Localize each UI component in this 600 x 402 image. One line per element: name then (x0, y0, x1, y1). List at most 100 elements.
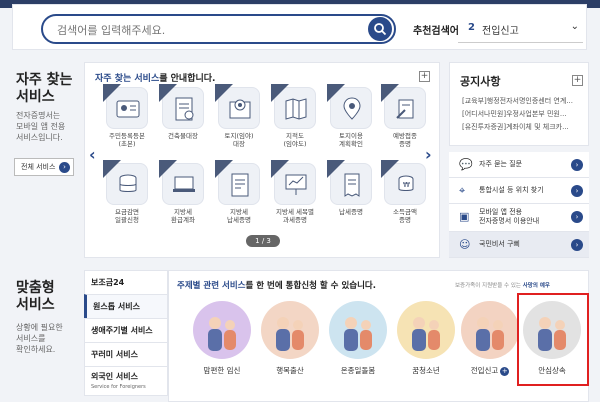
onestop-panel: 주제별 관련 서비스를 한 번에 통합신청 할 수 있습니다. 보증가족이 지원… (168, 270, 589, 402)
notice-list: [교육부]행정전자서명인증센터 연계... [어디서나민원]우정사업본부 민원.… (462, 95, 580, 134)
life-event-item[interactable]: 전입신고 + (459, 301, 521, 376)
quick-link-mobile-app[interactable]: ▣ 모바일 앱 전용 전자증명서 이용안내 › (449, 204, 589, 232)
id-card-icon (103, 84, 148, 129)
quick-link-assistant[interactable]: ☺ 국민비서 구삐 › (449, 232, 589, 258)
service-label: 토지이용 계획확인 (339, 132, 363, 148)
life-event-item[interactable]: 행복출산 (259, 301, 321, 376)
laptop-icon (159, 160, 204, 205)
life-event-item[interactable]: 온종일돌봄 (327, 301, 389, 376)
service-label: 예방접종 증명 (393, 132, 417, 148)
life-event-item[interactable]: 꿈청소년 (395, 301, 457, 376)
service-label: 토지(임야) 대장 (224, 132, 254, 148)
plus-icon[interactable]: + (419, 71, 430, 82)
service-label: 지방세 환급계좌 (171, 208, 195, 224)
frequent-section-desc: 전자증명서는 모바일 앱 전용 서비스입니다. (16, 111, 66, 142)
life-event-label: 전입신고 + (470, 366, 510, 376)
service-item[interactable]: 지방세 납세증명 (211, 160, 267, 224)
service-item[interactable]: 토지이용 계획확인 (323, 84, 379, 148)
illustration-icon (397, 301, 455, 359)
all-services-button[interactable]: 전체 서비스 › (14, 158, 74, 176)
service-label: 지적도 (임야도) (283, 132, 307, 148)
chevron-down-icon: ⌄ (570, 21, 579, 32)
map-icon (271, 84, 316, 129)
search-box (41, 14, 396, 44)
quick-link-faq[interactable]: 💬 자주 묻는 질문 › (449, 152, 589, 178)
coin-stack-icon: ₩ (381, 160, 426, 205)
service-label: 지방세 납세증명 (227, 208, 251, 224)
recommend-label: 추천검색어 (413, 26, 459, 37)
custom-section-desc: 상황에 필요한 서비스를 확인하세요. (16, 323, 63, 354)
search-button[interactable] (368, 17, 392, 41)
illustration-icon (261, 301, 319, 359)
onestop-note[interactable]: 보증가족이 지원받을 수 있는 사망의 예우 (455, 281, 550, 289)
all-services-label: 전체 서비스 (21, 163, 56, 171)
notice-item[interactable]: [유진투자증권]계좌이체 및 체크카... (462, 121, 580, 134)
mobile-app-icon: ▣ (459, 210, 470, 223)
search-area: 추천검색어 2 전입신고 ⌄ (12, 4, 587, 50)
service-item[interactable]: 예방접종 증명 (377, 84, 433, 148)
chat-icon: 💬 (459, 158, 473, 171)
tab-onestop[interactable]: 원스톱 서비스 (84, 294, 168, 319)
notice-item[interactable]: [교육부]행정전자서명인증센터 연계... (462, 95, 580, 108)
arrow-right-icon: › (571, 185, 583, 197)
service-item[interactable]: 토지(임야) 대장 (211, 84, 267, 148)
service-item[interactable]: 요금감면 일괄신청 (99, 160, 155, 224)
service-item[interactable]: ₩ 소득금액 증명 (377, 160, 433, 224)
frequent-services-panel: 자주 찾는 서비스를 안내합니다. + ‹ › 주민등록등본 (초본) 건축물대장… (84, 62, 440, 258)
service-item[interactable]: 지방세 환급계좌 (155, 160, 211, 224)
life-event-label: 온종일돌봄 (340, 366, 376, 375)
notice-item[interactable]: [어디서나민원]우정사업본부 민원... (462, 108, 580, 121)
life-event-item[interactable]: 맘편한 임신 (191, 301, 253, 376)
plus-icon[interactable]: + (572, 75, 583, 86)
service-label: 납세증명 (339, 208, 363, 216)
tab-lifecycle[interactable]: 생애주기별 서비스 (84, 318, 168, 343)
prev-arrow-icon[interactable]: ‹ (89, 145, 96, 164)
service-item[interactable]: 주민등록등본 (초본) (99, 84, 155, 148)
coins-icon (103, 160, 148, 205)
service-label: 건축물대장 (168, 132, 198, 140)
notice-panel: 공지사항 + [교육부]행정전자서명인증센터 연계... [어디서나민원]우정사… (449, 62, 589, 146)
search-icon (374, 23, 387, 36)
location-icon (327, 84, 372, 129)
recommend-number: 2 (468, 22, 475, 33)
recommend-dropdown[interactable]: 2 전입신고 ⌄ (458, 15, 583, 43)
receipt-icon (327, 160, 372, 205)
arrow-right-icon: › (571, 211, 583, 223)
vaccine-icon (381, 84, 426, 129)
plus-icon[interactable]: + (500, 367, 510, 376)
arrow-right-icon: › (59, 162, 70, 173)
land-map-icon (215, 84, 260, 129)
life-event-label: 행복출산 (276, 366, 304, 375)
document-icon (159, 84, 204, 129)
location-pin-icon: ⌖ (459, 184, 466, 197)
custom-section-title: 맞춤형 서비스 (16, 280, 55, 313)
tax-document-icon (215, 160, 260, 205)
service-item[interactable]: 건축물대장 (155, 84, 211, 140)
service-item[interactable]: 지방세 세목별 과세증명 (267, 160, 323, 224)
tab-foreigner[interactable]: 외국인 서비스 Service for Foreigners (84, 366, 168, 396)
pager[interactable]: 1 / 3 (246, 235, 280, 247)
life-event-label: 맘편한 임신 (203, 366, 241, 375)
svg-text:₩: ₩ (403, 181, 410, 189)
tab-subsidy24[interactable]: 보조금24 (84, 270, 168, 295)
service-label: 주민등록등본 (초본) (109, 132, 145, 148)
onestop-title: 주제별 관련 서비스를 한 번에 통합신청 할 수 있습니다. (177, 281, 376, 291)
illustration-icon (193, 301, 251, 359)
quick-link-location[interactable]: ⌖ 통합시설 등 위치 찾기 › (449, 178, 589, 204)
recommend-value: 전입신고 (482, 26, 519, 37)
life-event-label: 꿈청소년 (412, 366, 440, 375)
service-item[interactable]: 지적도 (임야도) (267, 84, 323, 148)
illustration-icon (329, 301, 387, 359)
service-item[interactable]: 납세증명 (323, 160, 379, 216)
presentation-icon (271, 160, 316, 205)
arrow-right-icon: › (571, 239, 583, 251)
arrow-right-icon: › (571, 159, 583, 171)
frequent-panel-title: 자주 찾는 서비스를 안내합니다. (95, 74, 216, 84)
tab-package[interactable]: 꾸러미 서비스 (84, 342, 168, 367)
service-label: 지방세 세목별 과세증명 (276, 208, 314, 224)
search-input[interactable] (57, 20, 357, 40)
notice-title: 공지사항 (460, 75, 501, 88)
custom-tabs: 보조금24 원스톱 서비스 생애주기별 서비스 꾸러미 서비스 외국인 서비스 … (84, 270, 168, 396)
frequent-section-title: 자주 찾는 서비스 (16, 72, 73, 105)
assistant-icon: ☺ (459, 238, 471, 251)
